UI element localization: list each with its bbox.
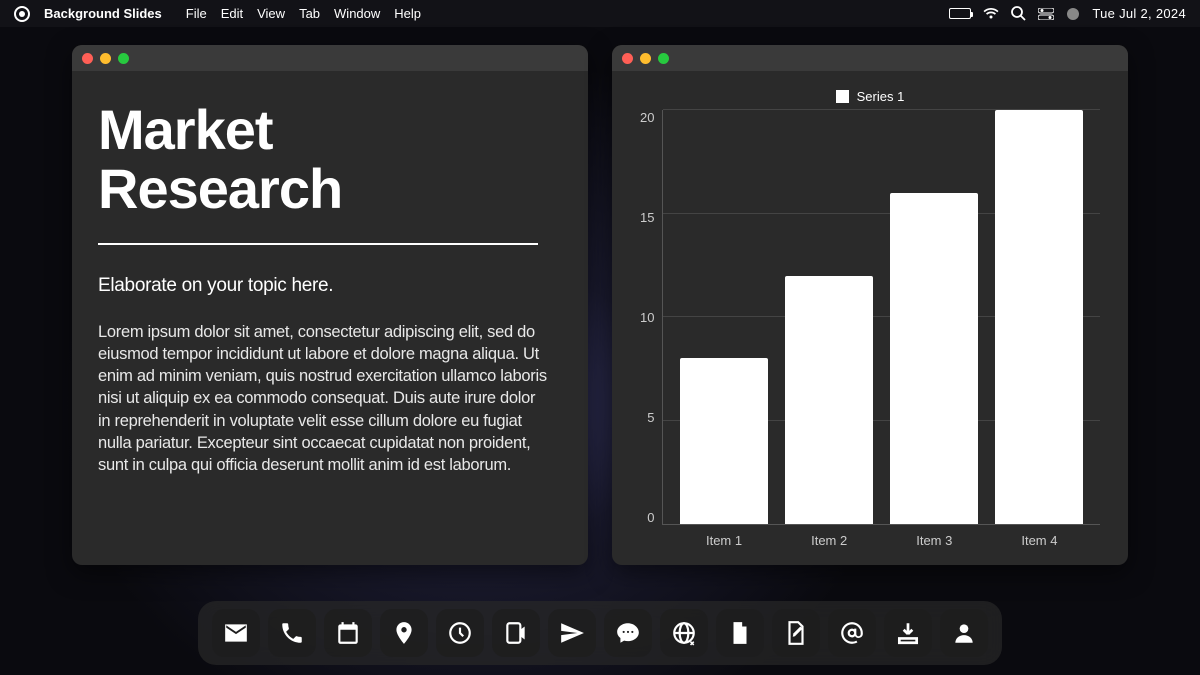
- slide-title: MarketResearch: [98, 101, 562, 219]
- dock-phone-icon[interactable]: [268, 609, 316, 657]
- dock-user-icon[interactable]: [940, 609, 988, 657]
- menubar-date[interactable]: Tue Jul 2, 2024: [1092, 6, 1186, 21]
- menu-view[interactable]: View: [257, 6, 285, 21]
- dock-download-icon[interactable]: [884, 609, 932, 657]
- dock-send-icon[interactable]: [548, 609, 596, 657]
- app-logo-icon: [14, 6, 30, 22]
- dock-calendar-icon[interactable]: [324, 609, 372, 657]
- menu-window[interactable]: Window: [334, 6, 380, 21]
- siri-icon[interactable]: [1066, 7, 1080, 21]
- left-window: MarketResearch Elaborate on your topic h…: [72, 45, 588, 565]
- minimize-button[interactable]: [640, 53, 651, 64]
- maximize-button[interactable]: [658, 53, 669, 64]
- menu-edit[interactable]: Edit: [221, 6, 243, 21]
- bar-item-2: [785, 276, 873, 524]
- plot-area: Item 1 Item 2 Item 3 Item 4: [662, 110, 1100, 525]
- chart: Series 1 20 15 10 5 0 Item 1: [612, 71, 1128, 565]
- dock-document-icon[interactable]: [716, 609, 764, 657]
- menu-tab[interactable]: Tab: [299, 6, 320, 21]
- window-titlebar[interactable]: [72, 45, 588, 71]
- dock-location-icon[interactable]: [380, 609, 428, 657]
- control-center-icon[interactable]: [1038, 8, 1054, 20]
- dock-at-sign-icon[interactable]: [828, 609, 876, 657]
- dock-clock-icon[interactable]: [436, 609, 484, 657]
- dock-edit-document-icon[interactable]: [772, 609, 820, 657]
- legend-swatch-icon: [836, 90, 849, 103]
- bar-item-1: [680, 358, 768, 524]
- minimize-button[interactable]: [100, 53, 111, 64]
- chart-legend: Series 1: [640, 89, 1100, 104]
- title-divider: [98, 243, 538, 245]
- battery-icon: [949, 8, 971, 19]
- dock-mail-icon[interactable]: [212, 609, 260, 657]
- slide-subtitle: Elaborate on your topic here.: [98, 275, 562, 297]
- bar-item-4: [995, 110, 1083, 524]
- menubar: Background Slides File Edit View Tab Win…: [0, 0, 1200, 27]
- y-axis: 20 15 10 5 0: [640, 110, 662, 555]
- slide-body-text: Lorem ipsum dolor sit amet, consectetur …: [98, 321, 548, 477]
- right-window: Series 1 20 15 10 5 0 Item 1: [612, 45, 1128, 565]
- search-icon[interactable]: [1011, 6, 1026, 21]
- dock-chat-icon[interactable]: [604, 609, 652, 657]
- dock-globe-icon[interactable]: [660, 609, 708, 657]
- dock-share-device-icon[interactable]: [492, 609, 540, 657]
- bar-item-3: [890, 193, 978, 524]
- legend-label: Series 1: [857, 89, 905, 104]
- menu-help[interactable]: Help: [394, 6, 421, 21]
- maximize-button[interactable]: [118, 53, 129, 64]
- x-axis: Item 1 Item 2 Item 3 Item 4: [663, 533, 1100, 548]
- dock: [198, 601, 1002, 665]
- close-button[interactable]: [82, 53, 93, 64]
- menu-file[interactable]: File: [186, 6, 207, 21]
- window-titlebar[interactable]: [612, 45, 1128, 71]
- wifi-icon: [983, 8, 999, 20]
- app-name: Background Slides: [44, 6, 162, 21]
- close-button[interactable]: [622, 53, 633, 64]
